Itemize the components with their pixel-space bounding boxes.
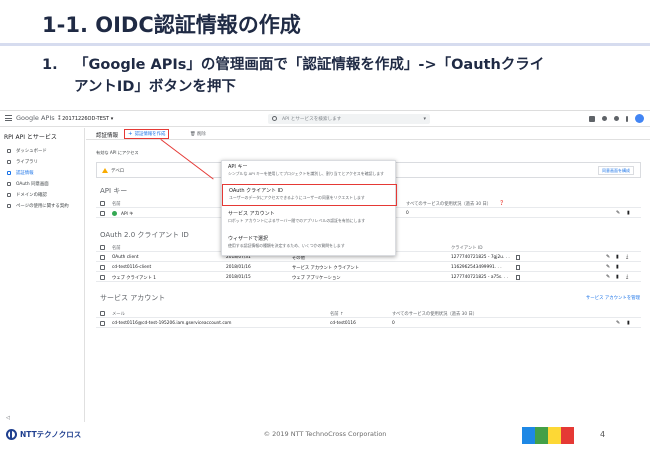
delete-button[interactable]: 🗑 削除	[190, 131, 206, 137]
hamburger-menu-icon[interactable]	[5, 115, 12, 121]
select-all-checkbox[interactable]	[100, 310, 105, 316]
create-credentials-button[interactable]: + 認証情報を作成	[124, 129, 170, 139]
menu-item-oauth-client-id[interactable]: OAuth クライアント ID ユーザーのデータにアクセスできるようにユーザーの…	[222, 184, 397, 206]
help-icon: ❓	[499, 201, 505, 206]
sidebar-item-library[interactable]: ライブラリ	[7, 157, 38, 166]
step-text-line1: 「Google APIs」の管理画面で「認証情報を作成」->「Oauthクライ	[74, 57, 545, 73]
row-checkbox[interactable]	[100, 254, 105, 260]
api-keys-heading: API キー	[100, 187, 128, 195]
table-header-row: メール 名前 ↑ すべてのサービスの使用状況（過去 30 日）	[96, 308, 641, 318]
brand-color-bar	[522, 427, 574, 444]
row-checkbox[interactable]	[100, 320, 105, 326]
menu-item-wizard[interactable]: ウィザードで選択 使用する認証情報の種類を決定するため、いくつかの質問をします	[222, 233, 397, 255]
gift-icon[interactable]	[589, 115, 595, 122]
trash-icon[interactable]: ▮	[616, 254, 619, 260]
edit-icon[interactable]: ✎	[616, 210, 620, 216]
chevron-down-icon: ▾	[109, 115, 114, 122]
project-name: 20171226OD-TEST	[62, 115, 110, 122]
sidebar-item-page-usage-agreements[interactable]: ページの使用に関する契約	[7, 201, 69, 210]
sidebar-item-domain-verification[interactable]: ドメインの確認	[7, 190, 47, 199]
select-all-checkbox[interactable]	[100, 200, 105, 206]
sidebar-item-credentials[interactable]: 認証情報	[7, 168, 34, 177]
select-all-checkbox[interactable]	[100, 244, 105, 250]
action-bar: 認証情報 + 認証情報を作成 🗑 削除	[86, 128, 650, 140]
key-icon	[7, 170, 11, 175]
dashboard-icon	[7, 148, 11, 153]
copy-icon[interactable]	[516, 264, 520, 270]
brand-color-block	[522, 427, 535, 444]
step-number: 1.	[42, 57, 58, 73]
brand-color-block	[548, 427, 561, 444]
notifications-icon[interactable]	[614, 116, 619, 121]
settings-icon	[7, 203, 11, 208]
status-ok-icon	[112, 210, 117, 216]
configure-consent-button[interactable]: 同意画面を構成	[598, 166, 634, 175]
warning-icon	[102, 168, 108, 173]
download-icon[interactable]: ⤓	[626, 274, 628, 280]
sidebar-title: RPI API とサービス	[4, 134, 57, 141]
menu-item-api-key[interactable]: API キー シンプルな API キーを使用してプロジェクトを識別し、割り当てと…	[222, 161, 397, 183]
edit-icon[interactable]: ✎	[606, 274, 610, 280]
table-row[interactable]: cd-test0116@cd-test-195206.iam.gservicea…	[96, 318, 641, 328]
avatar[interactable]	[635, 114, 644, 123]
edit-icon[interactable]: ✎	[616, 320, 620, 326]
checkbox-icon	[7, 192, 11, 197]
rpi-icon: RPI	[4, 134, 16, 141]
warning-text-start: デベロ	[111, 169, 125, 174]
brand-color-block	[561, 427, 574, 444]
search-bar[interactable]: API とサービスを検索します ▾	[268, 114, 430, 124]
row-checkbox[interactable]	[100, 274, 105, 280]
copy-icon[interactable]	[516, 274, 520, 280]
topbar-icons	[589, 114, 644, 123]
page-number: 4	[600, 430, 606, 439]
table-row[interactable]: ウェブ クライアント 1 2018/01/15 ウェブ アプリケーション 127…	[96, 272, 641, 282]
more-vert-icon[interactable]	[626, 115, 628, 122]
oauth-heading: OAuth 2.0 クライアント ID	[100, 231, 189, 239]
trash-icon[interactable]: ▮	[627, 320, 630, 326]
step-text-line2: アントID」ボタンを押下	[74, 79, 236, 95]
consent-icon	[7, 181, 11, 186]
google-apis-logo[interactable]: Google APIs	[16, 114, 55, 122]
main-content: 認証情報 +認証情報を作成 🗑 削除 有効な API にアクセス デベロ があり…	[86, 128, 650, 422]
manage-service-accounts-link[interactable]: サービス アカウントを管理	[586, 295, 640, 301]
create-credentials-menu: API キー シンプルな API キーを使用してプロジェクトを識別し、割り当てと…	[221, 160, 397, 256]
sort-name[interactable]: 名前 ↑	[330, 311, 344, 317]
row-checkbox[interactable]	[100, 210, 105, 216]
slide: 1-1. OIDC認証情報の作成 1. 「Google APIs」の管理画面で「認…	[0, 0, 650, 450]
edit-icon[interactable]: ✎	[606, 254, 610, 260]
plus-icon: +	[128, 131, 133, 137]
slide-title: 1-1. OIDC認証情報の作成	[42, 13, 301, 37]
trash-icon[interactable]: ▮	[616, 264, 619, 270]
step-instruction: 1. 「Google APIs」の管理画面で「認証情報を作成」->「Oauthクラ…	[42, 54, 622, 98]
row-checkbox[interactable]	[100, 264, 105, 270]
table-row[interactable]: cd-test0116-client 2018/01/16 サービス アカウント…	[96, 262, 641, 272]
api-access-note: 有効な API にアクセス	[96, 150, 139, 155]
search-dropdown-icon[interactable]: ▾	[423, 116, 426, 122]
collapse-sidebar-icon[interactable]: ◁	[6, 415, 10, 421]
project-selector[interactable]: ⁑ 20171226OD-TEST ▾	[58, 116, 113, 122]
trash-icon[interactable]: ▮	[616, 274, 619, 280]
console-topbar: Google APIs ⁑ 20171226OD-TEST ▾ API とサービ…	[0, 111, 650, 127]
download-icon[interactable]: ⤓	[626, 254, 628, 260]
help-icon[interactable]	[602, 116, 607, 121]
edit-icon[interactable]: ✎	[606, 264, 610, 270]
library-icon	[7, 159, 11, 164]
slide-footer: NTTテクノクロス © 2019 NTT TechnoCross Corpora…	[0, 422, 650, 450]
menu-item-service-account[interactable]: サービス アカウント ロボット アカウントによるサーバー間でのアプリレベルの認証…	[222, 208, 397, 230]
trash-icon: 🗑	[190, 132, 197, 137]
copy-icon[interactable]	[516, 254, 520, 260]
search-icon	[272, 116, 277, 121]
sidebar-item-dashboard[interactable]: ダッシュボード	[7, 146, 47, 155]
title-divider	[0, 43, 650, 46]
brand-color-block	[535, 427, 548, 444]
search-placeholder: API とサービスを検索します	[282, 117, 342, 123]
service-accounts-heading: サービス アカウント	[100, 294, 166, 302]
sidebar: RPI API とサービス ダッシュボード ライブラリ 認証情報 OAuth 同…	[0, 128, 85, 422]
console-screenshot: Google APIs ⁑ 20171226OD-TEST ▾ API とサービ…	[0, 110, 650, 422]
sidebar-item-oauth-consent[interactable]: OAuth 同意画面	[7, 179, 49, 188]
page-title: 認証情報	[96, 132, 119, 139]
trash-icon[interactable]: ▮	[627, 210, 630, 216]
